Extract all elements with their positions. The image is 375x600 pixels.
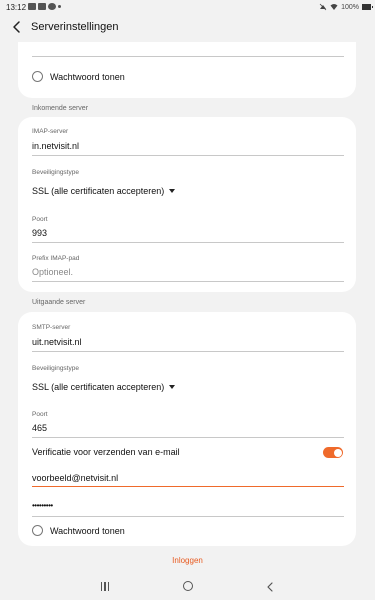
incoming-security-value: SSL (alle certificaten accepteren) xyxy=(32,186,165,196)
smtp-server-label: SMTP-server xyxy=(32,324,71,331)
imap-prefix-input[interactable]: Optioneel. xyxy=(32,267,73,277)
password-underline xyxy=(32,516,344,517)
password-underline xyxy=(32,56,344,57)
outgoing-show-password-label: Wachtwoord tonen xyxy=(50,526,125,536)
outgoing-show-password-radio[interactable] xyxy=(32,525,43,536)
gallery-notification-icon xyxy=(38,3,46,10)
incoming-security-dropdown[interactable]: SSL (alle certificaten accepteren) xyxy=(32,186,176,196)
dropdown-arrow-icon xyxy=(169,188,176,193)
battery-icon xyxy=(362,4,373,10)
system-nav-bar xyxy=(0,574,375,600)
email-input[interactable]: voorbeeld@netvisit.nl xyxy=(32,473,118,483)
send-verification-toggle[interactable] xyxy=(323,447,343,458)
battery-percent: 100% xyxy=(341,3,359,11)
recent-apps-icon[interactable] xyxy=(101,582,110,591)
outgoing-security-label: Beveiligingstype xyxy=(32,365,79,372)
incoming-security-label: Beveiligingstype xyxy=(32,169,79,176)
show-password-radio[interactable] xyxy=(32,71,43,82)
back-arrow-icon[interactable] xyxy=(10,20,24,34)
more-notifications-icon xyxy=(58,5,61,8)
password-input[interactable]: ••••••••• xyxy=(32,501,53,510)
imap-server-input[interactable]: in.netvisit.nl xyxy=(32,141,79,151)
incoming-section-title: Inkomende server xyxy=(32,105,89,112)
imap-server-label: IMAP-server xyxy=(32,128,69,135)
account-card: Wachtwoord tonen xyxy=(18,42,356,98)
imap-prefix-underline xyxy=(32,281,344,282)
outgoing-security-value: SSL (alle certificaten accepteren) xyxy=(32,382,165,392)
dropdown-arrow-icon xyxy=(169,384,176,389)
smtp-server-input[interactable]: uit.netvisit.nl xyxy=(32,337,82,347)
incoming-port-label: Poort xyxy=(32,216,48,223)
status-right: 100% xyxy=(319,3,373,11)
status-bar: 13:12 100% xyxy=(0,0,375,14)
outgoing-port-input[interactable]: 465 xyxy=(32,423,47,433)
outgoing-port-underline xyxy=(32,437,344,438)
app-bar: Serverinstellingen xyxy=(0,14,375,42)
image-notification-icon xyxy=(28,3,36,10)
wifi-icon xyxy=(330,4,338,10)
imap-underline xyxy=(32,155,344,156)
outgoing-port-label: Poort xyxy=(32,411,48,418)
mute-icon xyxy=(319,3,327,11)
outgoing-security-dropdown[interactable]: SSL (alle certificaten accepteren) xyxy=(32,382,176,392)
notification-icons xyxy=(28,3,61,10)
smtp-underline xyxy=(32,351,344,352)
email-underline xyxy=(32,486,344,487)
toggle-knob xyxy=(333,448,342,457)
login-button[interactable]: Inloggen xyxy=(0,556,375,565)
status-time: 13:12 xyxy=(6,3,27,12)
outgoing-server-card: SMTP-server uit.netvisit.nl Beveiligings… xyxy=(18,312,356,546)
imap-prefix-label: Prefix IMAP-pad xyxy=(32,255,80,262)
incoming-server-card: IMAP-server in.netvisit.nl Beveiligingst… xyxy=(18,117,356,292)
home-icon[interactable] xyxy=(183,581,193,591)
show-password-label: Wachtwoord tonen xyxy=(50,72,125,82)
nav-back-icon[interactable] xyxy=(266,582,274,592)
incoming-port-underline xyxy=(32,242,344,243)
page-title: Serverinstellingen xyxy=(31,21,119,33)
app-notification-icon xyxy=(48,3,56,10)
incoming-port-input[interactable]: 993 xyxy=(32,228,47,238)
outgoing-section-title: Uitgaande server xyxy=(32,299,86,306)
send-verification-label: Verificatie voor verzenden van e-mail xyxy=(32,447,180,457)
